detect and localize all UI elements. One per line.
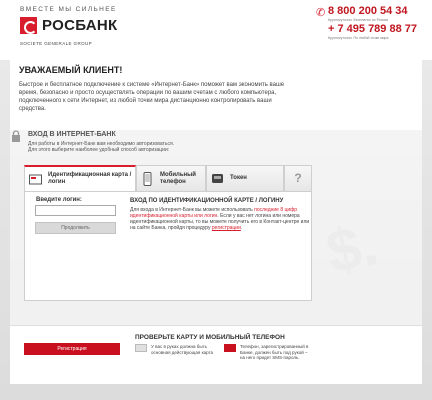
check-phone-text: Телефон, зарегистрированный в Банке, дол…	[240, 344, 309, 360]
auth-panel: Введите логин: Продолжить ВХОД ПО ИДЕНТИ…	[24, 191, 312, 301]
registration-section: Регистрация ПРОВЕРЬТЕ КАРТУ И МОБИЛЬНЫЙ …	[10, 326, 422, 384]
tab-token[interactable]: Токен	[206, 165, 284, 191]
welcome-title: УВАЖАЕМЫЙ КЛИЕНТ!	[19, 65, 123, 75]
mobile-phone-icon	[143, 171, 152, 186]
phone-moscow: + 7 495 789 88 77	[328, 23, 417, 35]
brand-name: РОСБАНК	[42, 17, 118, 34]
login-section: ВХОД В ИНТЕРНЕТ-БАНК Для работы в Интерн…	[10, 130, 422, 325]
login-input[interactable]	[35, 205, 116, 216]
phone-icon: ✆	[316, 7, 326, 19]
card-icon	[29, 174, 42, 185]
tab-mobile-phone-label: Мобильный телефон	[160, 171, 196, 185]
tab-card-login-label: Идентификационная карта / логин	[48, 172, 132, 185]
auth-info-title: ВХОД ПО ИДЕНТИФИКАЦИОННОЙ КАРТЕ / ЛОГИНУ	[130, 198, 284, 204]
login-field-label: Введите логин:	[36, 197, 82, 203]
auth-info: ВХОД ПО ИДЕНТИФИКАЦИОННОЙ КАРТЕ / ЛОГИНУ…	[130, 198, 310, 231]
welcome-section: УВАЖАЕМЫЙ КЛИЕНТ! Быстрое и бесплатное п…	[10, 60, 422, 130]
check-phone-item: Телефон, зарегистрированный в Банке, дол…	[224, 344, 310, 361]
lock-icon	[12, 130, 20, 142]
login-title: ВХОД В ИНТЕРНЕТ-БАНК	[28, 131, 116, 138]
logo[interactable]: РОСБАНК	[20, 17, 117, 34]
header: ВМЕСТЕ МЫ СИЛЬНЕЕ РОСБАНК SOCIETE GENERA…	[0, 0, 432, 60]
login-note: Для работы в Интернет-Банк вам необходим…	[28, 141, 174, 153]
contact-phones: ✆ 8 800 200 54 34 Круглосуточно. Бесплат…	[316, 5, 424, 41]
phone-moscow-note: Круглосуточно. По любой точки мира	[328, 36, 389, 40]
mobile-phone-icon	[224, 344, 236, 352]
tab-mobile-phone[interactable]: Мобильный телефон	[136, 165, 206, 191]
card-icon	[135, 344, 147, 352]
tagline: ВМЕСТЕ МЫ СИЛЬНЕЕ	[20, 6, 117, 13]
check-card-item: У вас в руках должна быть основная дейст…	[135, 344, 217, 355]
rosbank-logo-icon	[20, 17, 37, 34]
brand-subtitle: SOCIETE GENERALE GROUP	[20, 41, 93, 46]
tab-token-label: Токен	[230, 175, 247, 181]
token-icon	[212, 173, 223, 183]
login-note-line2: Для этого выберите наиболее удобный спос…	[28, 147, 170, 153]
phone-free: 8 800 200 54 34	[328, 5, 408, 17]
help-icon: ?	[294, 171, 302, 185]
check-title: ПРОВЕРЬТЕ КАРТУ И МОБИЛЬНЫЙ ТЕЛЕФОН	[135, 334, 285, 341]
continue-button[interactable]: Продолжить	[35, 222, 116, 234]
register-button[interactable]: Регистрация	[24, 343, 120, 355]
welcome-text: Быстрое и бесплатное подключение к систе…	[19, 82, 285, 112]
registration-link[interactable]: регистрации	[212, 225, 241, 231]
tab-help[interactable]: ?	[284, 165, 312, 191]
tab-card-login[interactable]: Идентификационная карта / логин	[24, 165, 136, 191]
check-card-text: У вас в руках должна быть основная дейст…	[151, 344, 214, 355]
auth-info-text: Для входа в Интернет-Банк вы можете испо…	[130, 207, 310, 231]
auth-tabs: Идентификационная карта / логин Мобильны…	[24, 165, 312, 191]
